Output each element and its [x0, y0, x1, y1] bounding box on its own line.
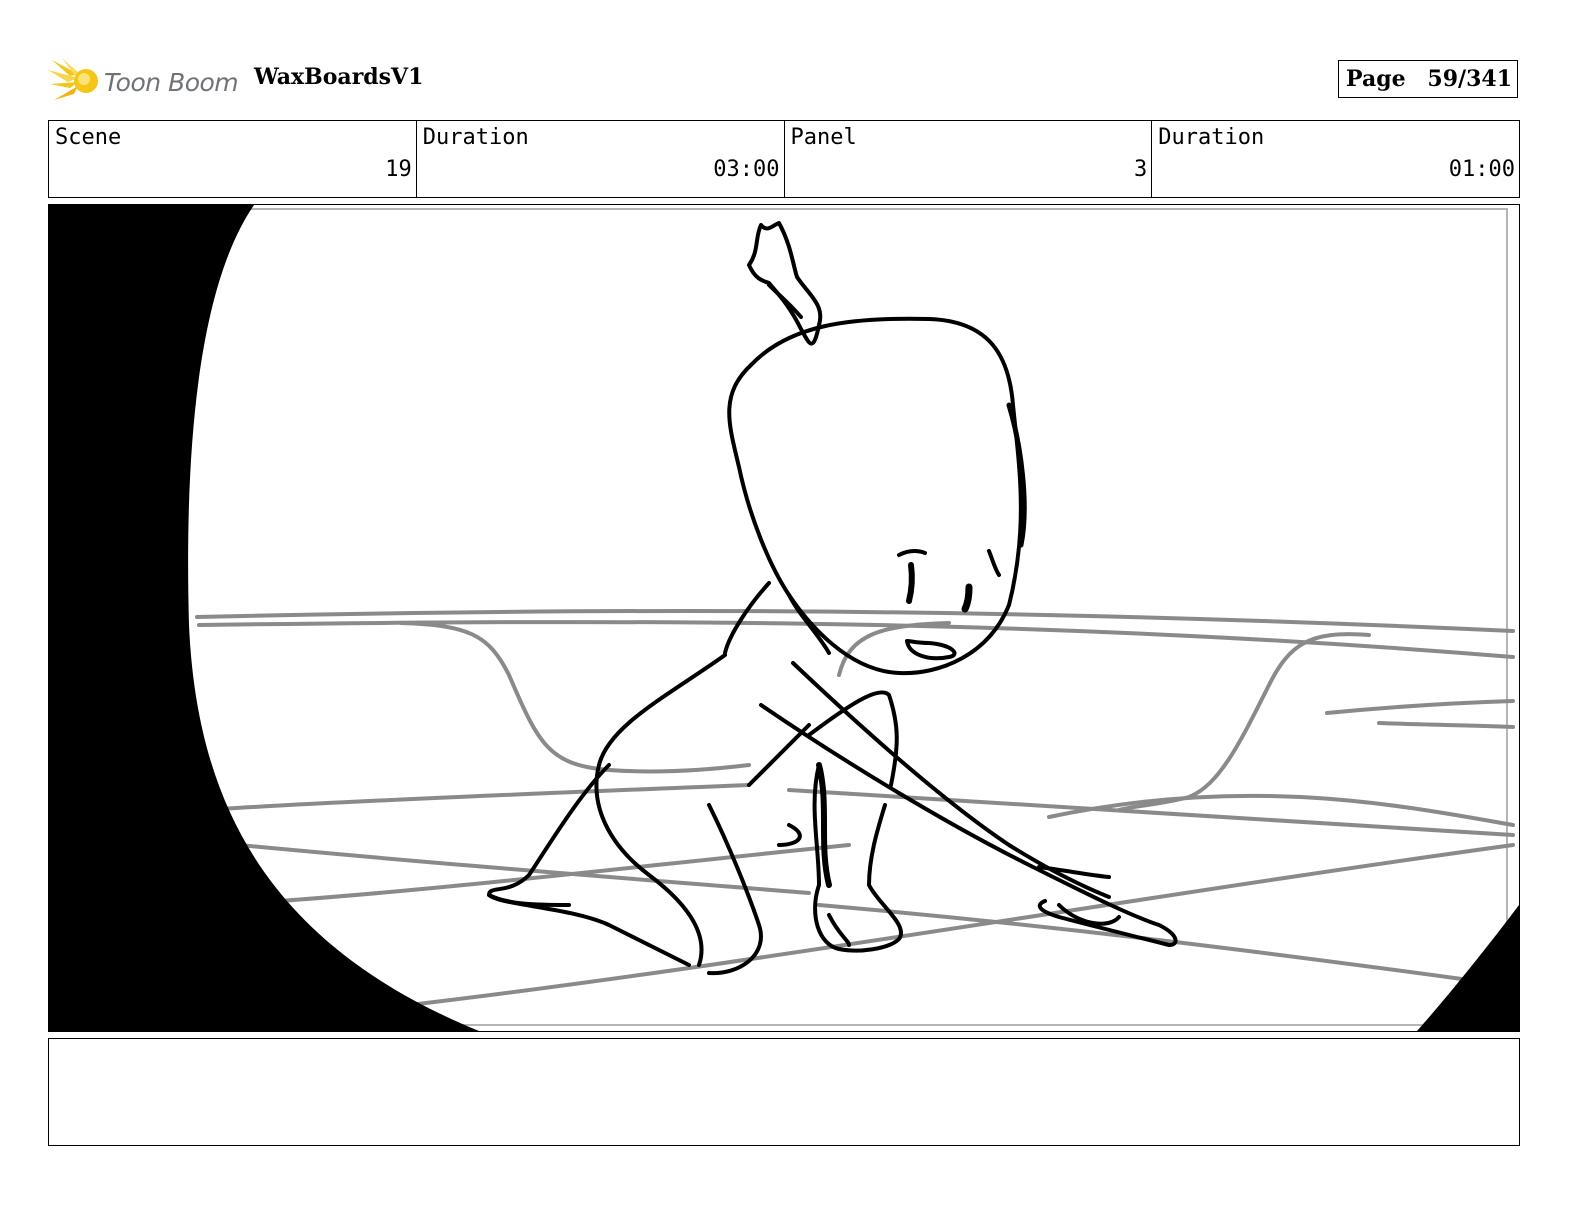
scene-duration-value: 03:00 — [713, 157, 780, 182]
panel-sketch — [49, 205, 1519, 1031]
panel-cell: Panel 3 — [785, 121, 1153, 197]
scene-duration-label: Duration — [422, 125, 529, 150]
page-label: Page — [1346, 66, 1406, 92]
scene-label: Scene — [55, 125, 122, 150]
panel-label: Panel — [790, 125, 857, 150]
scene-duration-cell: Duration 03:00 — [417, 121, 785, 197]
scene-number: 19 — [385, 157, 412, 182]
project-title: WaxBoardsV1 — [254, 64, 424, 90]
scene-cell: Scene 19 — [49, 121, 417, 197]
storyboard-panel — [48, 204, 1520, 1032]
logo-text: Toon Boom — [104, 68, 239, 97]
panel-duration-cell: Duration 01:00 — [1152, 121, 1519, 197]
panel-duration-label: Duration — [1158, 125, 1265, 150]
panel-duration-value: 01:00 — [1448, 157, 1515, 182]
page-indicator: Page 59/341 — [1338, 60, 1518, 98]
panel-number: 3 — [1134, 157, 1148, 182]
panel-notes-box — [48, 1038, 1520, 1146]
page-number: 59/341 — [1427, 66, 1512, 92]
toon-boom-star-icon — [48, 58, 98, 100]
page-header: Toon Boom WaxBoardsV1 Page 59/341 — [48, 54, 1520, 104]
scene-info-table: Scene 19 Duration 03:00 Panel 3 Duration… — [48, 120, 1520, 198]
toon-boom-logo: Toon Boom — [48, 56, 240, 106]
